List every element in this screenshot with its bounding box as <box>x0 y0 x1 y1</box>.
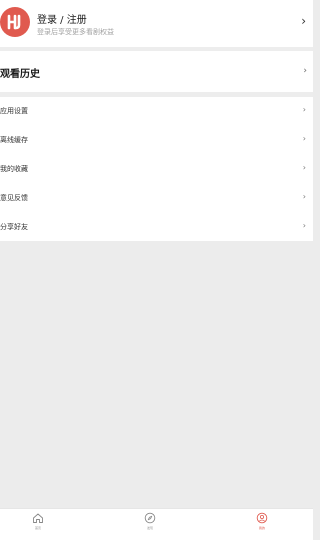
chevron-right-icon: › <box>303 66 307 76</box>
profile-page: 登录 / 注册 登录后享受更多看剧权益 › 观看历史 › 应用设置 › 离线缓存… <box>0 0 313 540</box>
chevron-right-icon: › <box>302 105 306 114</box>
chevron-right-icon: › <box>302 192 306 201</box>
menu-item-app-settings[interactable]: 应用设置 › <box>0 97 313 125</box>
login-card[interactable]: 登录 / 注册 登录后享受更多看剧权益 › <box>0 0 313 47</box>
chevron-right-icon: › <box>301 14 306 28</box>
compass-icon <box>144 512 156 524</box>
logo-glyph-icon <box>7 14 21 30</box>
app-logo <box>0 7 30 37</box>
chevron-right-icon: › <box>302 163 306 172</box>
menu-item-label: 应用设置 <box>0 107 28 115</box>
chevron-right-icon: › <box>302 221 306 230</box>
menu-item-share-friends[interactable]: 分享好友 › <box>0 213 313 241</box>
tab-discover[interactable]: 发现 <box>120 512 180 539</box>
login-subtitle: 登录后享受更多看剧权益 <box>37 28 114 36</box>
watch-history-label: 观看历史 <box>0 69 40 80</box>
menu-item-favorites[interactable]: 我的收藏 › <box>0 155 313 183</box>
tab-label: 我的 <box>258 526 265 530</box>
tab-mine[interactable]: 我的 <box>232 512 292 539</box>
menu-item-label: 分享好友 <box>0 223 28 231</box>
menu-item-label: 意见反馈 <box>0 194 28 202</box>
menu-item-label: 离线缓存 <box>0 136 28 144</box>
tab-home[interactable]: 首页 <box>8 512 68 539</box>
chevron-right-icon: › <box>302 134 306 143</box>
settings-menu: 应用设置 › 离线缓存 › 我的收藏 › 意见反馈 › 分享好友 › <box>0 97 313 241</box>
bottom-tab-bar: 首页 发现 我的 <box>0 508 313 540</box>
watch-history-row[interactable]: 观看历史 › <box>0 51 313 92</box>
menu-item-feedback[interactable]: 意见反馈 › <box>0 184 313 212</box>
login-title: 登录 / 注册 <box>37 15 87 26</box>
user-icon <box>256 512 268 524</box>
tab-label: 发现 <box>146 526 153 530</box>
tab-label: 首页 <box>34 526 41 530</box>
home-icon <box>33 513 43 523</box>
menu-item-label: 我的收藏 <box>0 165 28 173</box>
menu-item-offline-cache[interactable]: 离线缓存 › <box>0 126 313 154</box>
